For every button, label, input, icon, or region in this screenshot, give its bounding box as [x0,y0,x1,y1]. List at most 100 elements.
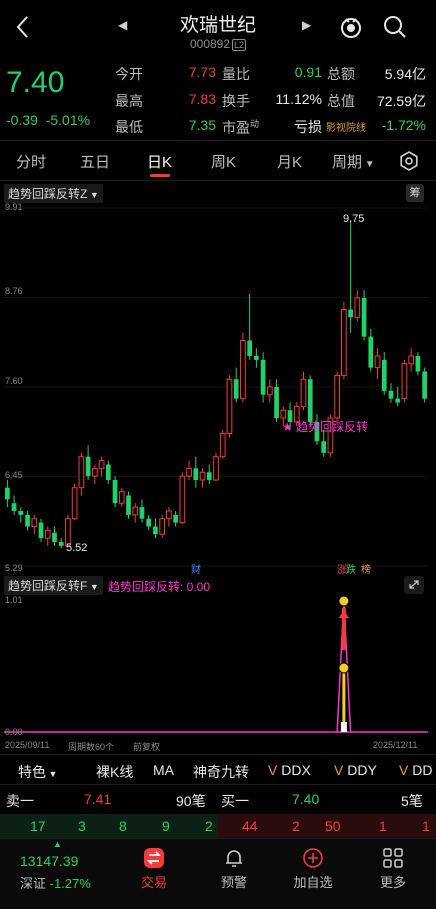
pe-value: 亏损 [294,119,322,135]
change-percent: -5.01% [45,112,91,128]
rank-list-marker[interactable]: 榜 [361,561,371,576]
candle-body [388,390,394,399]
caret-down-icon: ▼ [362,159,375,170]
candle-body [166,510,172,520]
finance-marker[interactable]: 财 [191,561,201,576]
candle-body [341,309,347,376]
signal-dot-top [338,595,350,607]
sub-indicator-name: 趋势回踩反转F [8,579,88,593]
feature-select[interactable]: 特色 ▼ [18,762,57,782]
period-count: 周期数60个 [68,742,115,752]
tab-monthly-k[interactable]: 月K [277,151,302,172]
candle-body [78,456,85,489]
candle-body [146,518,152,527]
ddz-button[interactable]: V DD [399,762,436,778]
search-icon[interactable] [382,14,408,40]
divider [0,180,436,181]
more-grid-icon[interactable] [382,847,404,869]
sell1-volume: 90笔 [176,793,206,809]
turnover-amount-value: 5.94亿 [384,66,426,82]
sub-indicator-select[interactable]: 趋势回踩反转F ▼ [4,576,103,595]
active-tab-indicator [150,174,170,177]
price-change: -0.39 -5.01% [6,112,90,128]
candlestick-chart[interactable] [0,200,436,578]
ddy-button[interactable]: V DDY [334,762,377,778]
candle-body [159,518,166,535]
signal-label: ★ 趋势回踩反转 [282,420,369,434]
stock-code-text: 000892 [189,37,231,51]
candle-body [38,522,44,539]
candle-body [173,514,178,523]
stock-code: 000892 L2 [0,37,436,51]
signal-dot-mid [338,662,350,674]
alert-bell-icon[interactable] [223,847,245,869]
sell1-price: 7.41 [84,791,112,807]
date-start: 2025/09/11 [5,740,50,750]
candle-body [118,491,125,504]
tab-period[interactable]: 周期 ▼ [332,151,375,172]
candle-body [199,471,206,481]
candle-body [186,467,192,477]
settings-gear-icon[interactable] [398,150,420,172]
candle-body [179,475,186,524]
tab-five-day[interactable]: 五日 [80,151,110,172]
y-axis-tick: 8.76 [5,286,23,296]
ddx-button[interactable]: V DDX [268,762,311,778]
candle-body [422,371,427,399]
index-percent: -1.27% [49,876,91,891]
expand-icon[interactable] [404,576,424,594]
buy1-volume: 5笔 [401,793,423,809]
pe-label-text: 市盈 [222,119,250,136]
buy1-price: 7.40 [292,791,320,807]
main-indicator-name: 趋势回踩反转Z [8,187,88,201]
candle-body [98,460,105,469]
candle-body [300,378,307,407]
candle-body [374,355,381,369]
next-stock-icon[interactable]: ▶ [302,18,311,32]
nav-trade[interactable]: 交易 [124,872,184,891]
volume-ratio-label: 量比 [222,66,250,82]
tab-intraday[interactable]: 分时 [16,151,46,172]
candle-body [274,387,279,418]
candle-body [31,518,38,527]
tab-weekly-k[interactable]: 周K [211,151,236,172]
candle-body [132,506,139,516]
robot-assistant-icon[interactable] [338,14,364,40]
high-label: 最高 [115,93,143,109]
naked-k-button[interactable]: 裸K线 [96,762,133,782]
sell-queue-item: 8 [119,818,127,834]
sector-link[interactable]: 影视院线 [326,119,366,134]
sub-indicator-chart[interactable] [0,594,436,740]
candle-body [233,379,239,399]
divider [0,784,436,785]
add-watchlist-icon[interactable] [302,847,324,869]
vip-icon: V [334,762,348,778]
caret-down-icon: ▼ [46,769,58,779]
candle-body [280,409,287,419]
y-axis-tick: 7.60 [5,376,23,386]
index-change[interactable]: 深证 -1.27% [20,873,91,892]
market-cap-label: 总值 [327,93,355,109]
tab-daily-k[interactable]: 日K [147,151,172,172]
nav-more[interactable]: 更多 [363,872,423,891]
top-bar: ◀ 欢瑞世纪 000892 L2 ▶ [0,0,436,60]
level2-badge: L2 [232,39,247,51]
candle-body [85,456,91,477]
candle-body [381,359,387,391]
nav-alert[interactable]: 预警 [204,872,264,891]
candle-body [260,359,266,395]
index-value[interactable]: 13147.39 [20,853,78,869]
ma-button[interactable]: MA [153,762,174,778]
candle-body [395,398,401,403]
candle-body [348,309,353,318]
limit-down-marker[interactable]: 跌 [346,561,356,576]
caret-down-icon: ▼ [87,190,99,200]
candle-body [361,297,367,337]
candle-body [92,467,98,477]
candle-body [354,297,361,318]
candle-body [44,529,51,539]
trade-icon[interactable] [143,847,165,869]
candle-body [112,479,118,504]
magic-nine-button[interactable]: 神奇九转 [193,762,249,782]
nav-add-watchlist[interactable]: 加自选 [283,872,343,891]
